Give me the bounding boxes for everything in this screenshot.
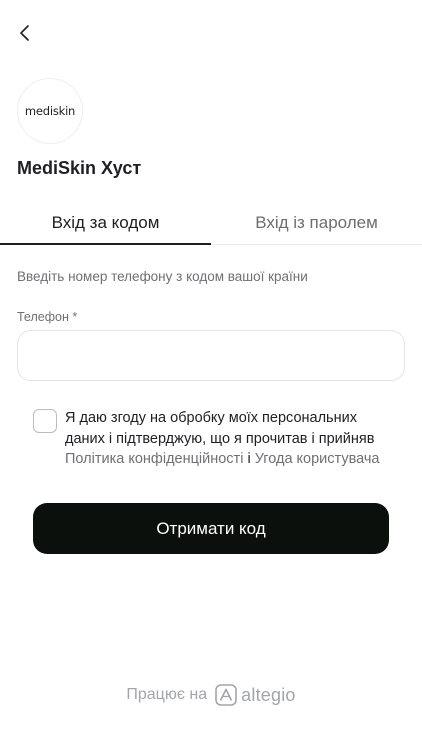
terms-of-use-link[interactable]: Угода користувача bbox=[255, 451, 380, 467]
consent-text: Я даю згоду на обробку моїх персональних… bbox=[65, 408, 383, 470]
company-name: MediSkin Хуст bbox=[17, 158, 142, 178]
phone-hint: Введіть номер телефону з кодом вашої кра… bbox=[17, 269, 308, 284]
privacy-policy-link[interactable]: Політика конфіденційності bbox=[65, 451, 243, 467]
phone-input[interactable] bbox=[17, 330, 405, 381]
tab-login-by-password[interactable]: Вхід із паролем bbox=[211, 204, 422, 244]
company-logo-text: mediskin bbox=[24, 104, 76, 118]
login-tabs: Вхід за кодом Вхід із паролем bbox=[0, 204, 422, 245]
company-logo: mediskin bbox=[17, 78, 83, 144]
powered-by-footer: Працює на altegio bbox=[0, 684, 422, 706]
consent-block: Я даю згоду на обробку моїх персональних… bbox=[33, 408, 383, 470]
powered-by-label: Працює на bbox=[126, 686, 208, 703]
get-code-button[interactable]: Отримати код bbox=[33, 503, 389, 554]
phone-label: Телефон * bbox=[17, 310, 78, 324]
tab-login-by-code[interactable]: Вхід за кодом bbox=[0, 204, 211, 245]
consent-checkbox[interactable] bbox=[33, 409, 57, 433]
chevron-left-icon bbox=[20, 25, 29, 41]
back-button[interactable] bbox=[18, 20, 48, 46]
consent-statement: Я даю згоду на обробку моїх персональних… bbox=[65, 410, 375, 447]
altegio-brand: altegio bbox=[241, 684, 296, 705]
altegio-logo-icon bbox=[215, 684, 237, 706]
consent-and: і bbox=[247, 451, 251, 467]
